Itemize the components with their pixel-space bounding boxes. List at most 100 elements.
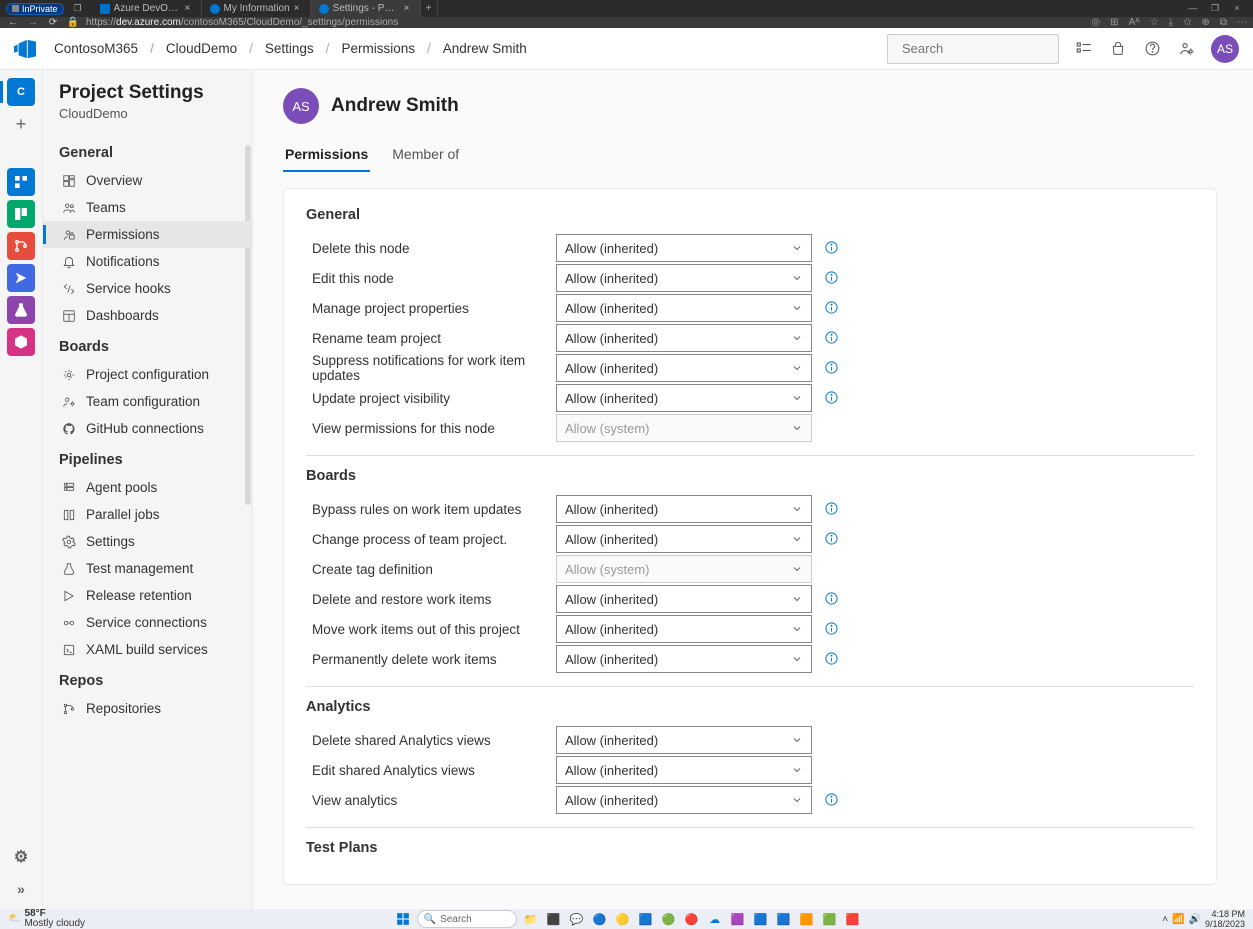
browser-tab-1[interactable]: My Information × — [202, 0, 311, 17]
sidebar-item-service-connections[interactable]: Service connections — [43, 609, 252, 636]
close-icon[interactable]: × — [294, 3, 302, 14]
sidebar-item-teams[interactable]: Teams — [43, 194, 252, 221]
permission-dropdown[interactable]: Allow (inherited) — [556, 495, 812, 523]
rail-boards-icon[interactable] — [7, 200, 35, 228]
browser-tab-0[interactable]: Azure DevOps - Microsoft Azure × — [92, 0, 202, 17]
rail-pipelines-icon[interactable] — [7, 264, 35, 292]
permission-dropdown[interactable]: Allow (inherited) — [556, 264, 812, 292]
word-icon[interactable]: 🟦 — [775, 910, 793, 928]
onedrive-icon[interactable]: ☁ — [706, 910, 724, 928]
info-icon[interactable] — [824, 360, 840, 376]
gear-icon[interactable]: ⚙ — [7, 843, 35, 871]
permission-dropdown[interactable]: Allow (inherited) — [556, 726, 812, 754]
teams-icon[interactable]: 🟪 — [729, 910, 747, 928]
refresh-icon[interactable]: ⟳ — [46, 17, 60, 28]
sidebar-item-dashboards[interactable]: Dashboards — [43, 302, 252, 329]
crumb-permissions[interactable]: Permissions — [341, 41, 415, 56]
weather-widget[interactable]: ⛅ 58°F Mostly cloudy — [0, 909, 93, 929]
lock-icon[interactable]: 🔒 — [66, 17, 80, 28]
explorer-icon[interactable]: 📁 — [522, 910, 540, 928]
app-icon[interactable]: 🟦 — [637, 910, 655, 928]
download-icon[interactable]: ⤓ — [1169, 17, 1173, 28]
app-icon[interactable]: 🟡 — [614, 910, 632, 928]
sidebar-item-agent-pools[interactable]: Agent pools — [43, 474, 252, 501]
back-icon[interactable]: ← — [6, 17, 20, 28]
sidebar-item-repositories[interactable]: Repositories — [43, 695, 252, 722]
sidebar-item-xaml-build-services[interactable]: XAML build services — [43, 636, 252, 663]
tts-icon[interactable]: ◎ — [1091, 17, 1100, 28]
permission-dropdown[interactable]: Allow (inherited) — [556, 645, 812, 673]
sidebar-item-permissions[interactable]: Permissions — [43, 221, 252, 248]
url-field[interactable]: https://dev.azure.com/contosoM365/CloudD… — [86, 17, 1085, 28]
minimize-icon[interactable]: — — [1187, 3, 1199, 14]
marketplace-icon[interactable] — [1109, 40, 1127, 58]
tab-member-of[interactable]: Member of — [390, 138, 461, 172]
sidebar-item-github-connections[interactable]: GitHub connections — [43, 415, 252, 442]
chrome-icon[interactable]: 🔴 — [683, 910, 701, 928]
tray-chevron-icon[interactable]: ˄ — [1162, 914, 1168, 925]
taskbar-search[interactable]: 🔍 Search — [417, 910, 517, 928]
permission-dropdown[interactable]: Allow (inherited) — [556, 294, 812, 322]
permission-dropdown[interactable]: Allow (inherited) — [556, 585, 812, 613]
sidebar-item-team-configuration[interactable]: Team configuration — [43, 388, 252, 415]
tab-permissions[interactable]: Permissions — [283, 138, 370, 172]
sidebar-item-test-management[interactable]: Test management — [43, 555, 252, 582]
info-icon[interactable] — [824, 300, 840, 316]
outlook-icon[interactable]: 🟦 — [752, 910, 770, 928]
user-settings-icon[interactable] — [1177, 40, 1195, 58]
close-icon[interactable]: × — [404, 3, 412, 14]
info-icon[interactable] — [824, 531, 840, 547]
close-window-icon[interactable]: × — [1231, 3, 1243, 14]
work-items-icon[interactable] — [1075, 40, 1093, 58]
permission-dropdown[interactable]: Allow (inherited) — [556, 756, 812, 784]
add-icon[interactable]: + — [7, 110, 35, 138]
task-view-icon[interactable]: ⬛ — [545, 910, 563, 928]
info-icon[interactable] — [824, 240, 840, 256]
rail-repos-icon[interactable] — [7, 232, 35, 260]
permission-dropdown[interactable]: Allow (inherited) — [556, 615, 812, 643]
collections-icon[interactable]: ⧉ — [1220, 17, 1227, 28]
permission-dropdown[interactable]: Allow (inherited) — [556, 234, 812, 262]
textsize-icon[interactable]: Aᴬ — [1128, 17, 1139, 28]
sidebar-item-parallel-jobs[interactable]: Parallel jobs — [43, 501, 252, 528]
permission-dropdown[interactable]: Allow (inherited) — [556, 525, 812, 553]
info-icon[interactable] — [824, 621, 840, 637]
expand-rail-icon[interactable]: » — [7, 875, 35, 903]
avatar[interactable]: AS — [1211, 35, 1239, 63]
azure-devops-logo-icon[interactable] — [14, 38, 36, 60]
rail-artifacts-icon[interactable] — [7, 328, 35, 356]
clock[interactable]: 4:18 PM 9/18/2023 — [1205, 909, 1245, 929]
project-icon[interactable]: C — [7, 78, 35, 106]
permission-dropdown[interactable]: Allow (inherited) — [556, 324, 812, 352]
info-icon[interactable] — [824, 270, 840, 286]
sidebar-item-release-retention[interactable]: Release retention — [43, 582, 252, 609]
chat-icon[interactable]: 💬 — [568, 910, 586, 928]
crumb-org[interactable]: ContosoM365 — [54, 41, 138, 56]
star-icon[interactable]: ☆ — [1150, 17, 1159, 28]
info-icon[interactable] — [824, 792, 840, 808]
sidebar-item-project-configuration[interactable]: Project configuration — [43, 361, 252, 388]
favorites-icon[interactable]: ✩ — [1183, 17, 1191, 28]
menu-icon[interactable]: ⋯ — [1237, 17, 1247, 28]
snip-icon[interactable]: 🟥 — [844, 910, 862, 928]
app-icon[interactable]: ⊞ — [1110, 17, 1118, 28]
tabs-button-icon[interactable]: ❐ — [72, 3, 84, 15]
close-icon[interactable]: × — [185, 3, 193, 14]
sidebar-item-settings[interactable]: Settings — [43, 528, 252, 555]
info-icon[interactable] — [824, 651, 840, 667]
rail-overview-icon[interactable] — [7, 168, 35, 196]
start-icon[interactable] — [394, 910, 412, 928]
sidebar-item-service-hooks[interactable]: Service hooks — [43, 275, 252, 302]
maximize-icon[interactable]: ❐ — [1209, 3, 1221, 14]
browser-tab-2[interactable]: Settings - Permissions (CloudDe… × — [311, 0, 421, 17]
powerpoint-icon[interactable]: 🟧 — [798, 910, 816, 928]
crumb-project[interactable]: CloudDemo — [166, 41, 237, 56]
info-icon[interactable] — [824, 390, 840, 406]
help-icon[interactable] — [1143, 40, 1161, 58]
search-input[interactable] — [887, 34, 1059, 64]
rail-testplans-icon[interactable] — [7, 296, 35, 324]
extensions-icon[interactable]: ⊕ — [1201, 17, 1209, 28]
search-field[interactable] — [902, 41, 1078, 56]
wifi-icon[interactable]: 📶 — [1172, 914, 1184, 925]
copilot-icon[interactable]: 🔵 — [591, 910, 609, 928]
